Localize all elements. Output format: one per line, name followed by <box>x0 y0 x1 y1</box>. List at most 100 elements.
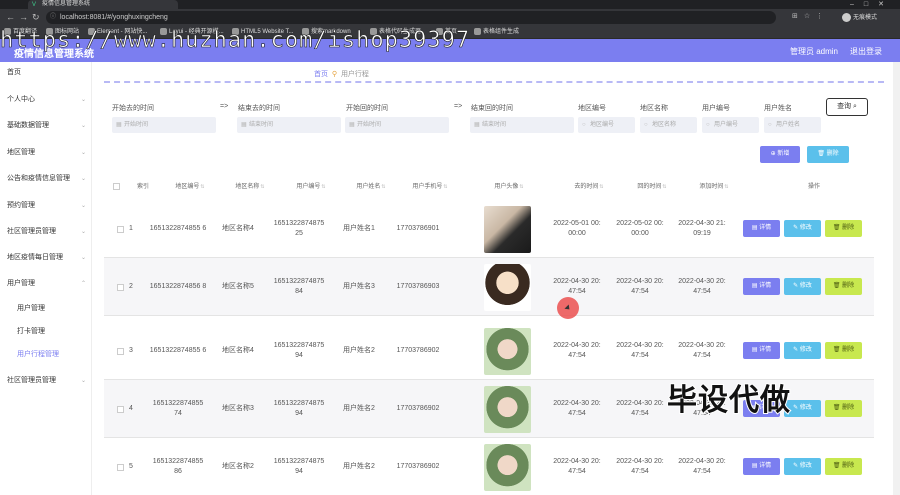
trash-icon: 🗑 <box>832 347 841 353</box>
col-area-code[interactable]: 地区编号⇅ <box>160 179 220 196</box>
cell-user-name: 用户姓名2 <box>343 347 375 354</box>
search-button[interactable]: 查询 ⌕ <box>826 98 868 116</box>
edit-icon: ✎ <box>793 283 799 289</box>
plus-icon: ⊕ <box>770 151 776 157</box>
go-start-date-input[interactable]: ▦ 开始时间 <box>112 117 216 133</box>
sidebar-subitem-user[interactable]: 用户管理 <box>0 302 92 316</box>
col-phone[interactable]: 用户手机号⇅ <box>400 179 460 196</box>
user-avatar-image[interactable] <box>483 205 531 253</box>
page-scrollbar[interactable] <box>893 62 900 495</box>
user-avatar-image[interactable] <box>483 327 531 375</box>
user-name-input[interactable]: ○ 用户姓名 <box>764 117 821 133</box>
cell-idx: 5 <box>129 463 133 470</box>
go-end-date-input[interactable]: ▦ 结束时间 <box>237 117 341 133</box>
sidebar-item-appointment[interactable]: 预约管理 ⌄ <box>0 199 92 213</box>
profile-button[interactable]: 无痕模式 <box>842 12 877 22</box>
browser-tab-strip: V 疫情信息管理系统 –□✕ <box>0 0 900 9</box>
filter-label-go-end: 结束去的时间 <box>238 105 280 112</box>
back-start-date-input[interactable]: ▦ 开始时间 <box>345 117 449 133</box>
info-icon: ⓘ <box>50 14 57 20</box>
divider <box>104 81 884 83</box>
detail-button[interactable]: ▤ 详情 <box>743 458 780 475</box>
area-code-input[interactable]: ○ 地区编号 <box>578 117 635 133</box>
detail-button[interactable]: ▤ 详情 <box>743 220 780 237</box>
cell-user-name: 用户姓名2 <box>343 405 375 412</box>
cell-area-name: 地区名称5 <box>222 283 254 290</box>
col-go-time[interactable]: 去的时间⇅ <box>559 179 619 196</box>
sort-icon[interactable]: ⇅ <box>519 184 523 190</box>
breadcrumb-home[interactable]: 首页 <box>314 71 328 78</box>
edit-button[interactable]: ✎ 修改 <box>784 278 821 295</box>
window-controls[interactable]: –□✕ <box>850 0 894 9</box>
sidebar-item-base-data[interactable]: 基础数据管理 ⌄ <box>0 119 92 133</box>
browser-tab[interactable]: V 疫情信息管理系统 <box>28 0 178 9</box>
back-icon[interactable]: ← <box>6 11 15 23</box>
sort-icon[interactable]: ⇅ <box>662 184 666 190</box>
sidebar-item-home[interactable]: 首页 <box>0 66 92 80</box>
select-all-checkbox[interactable] <box>110 179 122 196</box>
cell-go-time: 2022-05-01 00: 00:00 <box>553 220 601 237</box>
sidebar-item-profile[interactable]: 个人中心 ⌄ <box>0 93 92 107</box>
back-end-date-input[interactable]: ▦ 结束时间 <box>470 117 574 133</box>
cell-idx: 1 <box>129 225 133 232</box>
sidebar-subitem-checkin[interactable]: 打卡管理 <box>0 325 92 339</box>
reload-icon[interactable]: ↻ <box>32 11 40 23</box>
delete-button[interactable]: 🗑 删除 <box>825 400 862 417</box>
detail-button[interactable]: ▤ 详情 <box>743 342 780 359</box>
col-avatar[interactable]: 用户头像⇅ <box>479 179 539 196</box>
cell-back-time: 2022-04-30 20: 47:54 <box>616 400 664 417</box>
sort-icon[interactable]: ⇅ <box>321 184 325 190</box>
logout-link[interactable]: 退出登录 <box>850 46 882 57</box>
breadcrumb-current: 用户行程 <box>340 71 369 78</box>
sort-icon[interactable]: ⇅ <box>381 184 385 190</box>
sort-icon[interactable]: ⇅ <box>443 184 447 190</box>
delete-button[interactable]: 🗑 删除 <box>825 220 862 237</box>
col-index: 索引 <box>136 184 149 190</box>
cell-phone: 17703786902 <box>396 405 440 412</box>
user-avatar-image[interactable] <box>483 443 531 491</box>
sidebar-item-user[interactable]: 用户管理 ⌃ <box>0 277 92 291</box>
pin-icon: ⚲ <box>329 71 339 78</box>
col-add-time[interactable]: 添加时间⇅ <box>684 179 744 196</box>
cell-avatar <box>480 322 534 380</box>
area-name-input[interactable]: ○ 地区名称 <box>640 117 697 133</box>
delete-button[interactable]: 🗑 删除 <box>825 458 862 475</box>
delete-button[interactable]: 🗑 删除 <box>825 342 862 359</box>
edit-button[interactable]: ✎ 修改 <box>784 220 821 237</box>
detail-button[interactable]: ▤ 详情 <box>743 278 780 295</box>
user-code-input[interactable]: ○ 用户编号 <box>702 117 759 133</box>
search-icon: ⌕ <box>853 103 857 110</box>
col-back-time[interactable]: 回的时间⇅ <box>622 179 682 196</box>
table-row: 1 1651322874855 6 地区名称4 1651322874875 25 用户姓… <box>104 200 874 258</box>
sort-icon[interactable]: ⇅ <box>260 184 264 190</box>
cell-area-code: 1651322874855 6 <box>149 225 207 232</box>
sidebar-subitem-user-trip[interactable]: 用户行程管理 <box>0 348 92 362</box>
sidebar-item-area[interactable]: 地区管理 ⌄ <box>0 146 92 160</box>
edit-button[interactable]: ✎ 修改 <box>784 342 821 359</box>
user-avatar-image[interactable] <box>483 263 531 311</box>
sidebar-item-daily[interactable]: 地区疫情每日管理 ⌄ <box>0 251 92 265</box>
checkbox[interactable] <box>112 182 120 190</box>
sidebar-item-community-admin-2[interactable]: 社区管理员管理 ⌄ <box>0 374 92 388</box>
batch-delete-button[interactable]: 🗑 删除 <box>807 146 849 163</box>
sort-icon[interactable]: ⇅ <box>599 184 603 190</box>
col-area-name[interactable]: 地区名称⇅ <box>222 179 278 196</box>
col-user-code[interactable]: 用户编号⇅ <box>281 179 341 196</box>
sort-icon[interactable]: ⇅ <box>724 184 728 190</box>
bookmark-item[interactable]: 表格组件生成 <box>474 28 519 37</box>
sort-icon[interactable]: ⇅ <box>200 184 204 190</box>
col-user-name[interactable]: 用户姓名⇅ <box>343 179 399 196</box>
cell-phone: 17703786902 <box>396 463 440 470</box>
sidebar-item-community-admin[interactable]: 社区管理员管理 ⌄ <box>0 225 92 239</box>
extension-icons[interactable]: ⊞☆⋮ <box>792 12 829 20</box>
forward-icon[interactable]: → <box>19 11 28 23</box>
cell-user-name: 用户姓名3 <box>343 283 375 290</box>
delete-button[interactable]: 🗑 删除 <box>825 278 862 295</box>
filter-label-back-start: 开始回的时间 <box>346 105 388 112</box>
cell-add-time: 2022-04-30 20: 47:54 <box>678 458 726 475</box>
edit-button[interactable]: ✎ 修改 <box>784 458 821 475</box>
url-input[interactable]: ⓘ localhost:8081/#/yonghuxingcheng <box>46 11 776 24</box>
user-avatar-image[interactable] <box>483 385 531 433</box>
sidebar-item-notice[interactable]: 公告和疫情信息管理 ⌄ <box>0 172 92 186</box>
add-button[interactable]: ⊕ 新增 <box>760 146 800 163</box>
